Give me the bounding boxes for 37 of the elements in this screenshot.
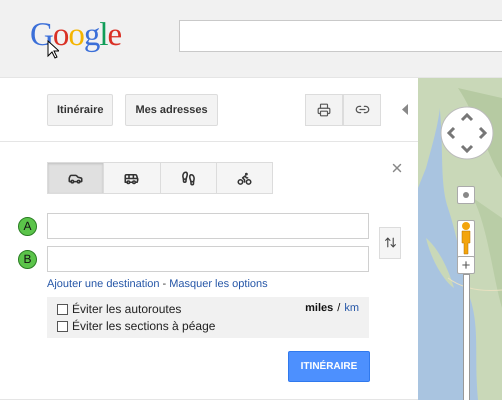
travel-mode-tab[interactable]: [103, 163, 160, 193]
link-separator: -: [162, 278, 166, 290]
waypoint-marker: A: [18, 216, 37, 236]
walking-icon: [180, 170, 196, 186]
close-button[interactable]: [390, 161, 404, 175]
zoom-slider-track[interactable]: [463, 274, 470, 400]
pan-control[interactable]: [440, 106, 494, 160]
travel-mode-tab[interactable]: [160, 163, 216, 193]
checkbox[interactable]: [57, 304, 68, 314]
add-destination-link[interactable]: Ajouter une destination: [47, 278, 160, 290]
toolbar-button[interactable]: Itinéraire: [47, 94, 114, 126]
bicycle-icon: [236, 170, 252, 186]
location-input[interactable]: [47, 246, 369, 272]
option-label: Éviter les sections à péage: [72, 319, 216, 333]
pegman-icon: [461, 221, 471, 255]
hide-options-link[interactable]: Masquer les options: [169, 278, 268, 290]
print-button[interactable]: [305, 94, 343, 126]
option-label: Éviter les autoroutes: [72, 302, 182, 316]
reset-button[interactable]: [457, 186, 475, 204]
toolbar-button[interactable]: Mes adresses: [125, 94, 218, 126]
zoom-in-button[interactable]: +: [457, 256, 475, 274]
location-input[interactable]: [47, 213, 369, 239]
swap-icon: [384, 236, 396, 249]
unit-link[interactable]: miles: [305, 302, 334, 333]
travel-mode-tab[interactable]: [216, 163, 272, 193]
search-field[interactable]: [179, 20, 502, 52]
travel-mode-tab[interactable]: [48, 163, 104, 193]
collapse-arrow-icon[interactable]: [402, 104, 408, 115]
printer-icon: [317, 102, 331, 116]
link-button[interactable]: [343, 94, 381, 126]
unit-link[interactable]: km: [344, 302, 359, 333]
dot-icon: [463, 192, 469, 198]
close-icon: [390, 161, 404, 175]
swap-button[interactable]: [379, 226, 401, 258]
waypoint-marker: B: [18, 250, 37, 268]
checkbox[interactable]: [57, 320, 68, 332]
unit-separator: /: [337, 302, 340, 316]
